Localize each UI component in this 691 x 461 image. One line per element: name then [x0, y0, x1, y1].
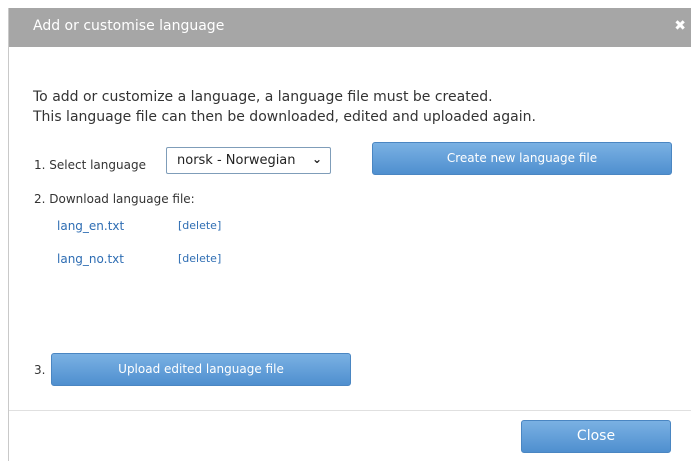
dialog-title: Add or customise language	[33, 18, 225, 34]
select-language-label: 1. Select language	[34, 158, 146, 172]
language-select[interactable]: norsk - Norwegian ⌄	[166, 147, 331, 174]
footer-divider	[9, 410, 691, 411]
file-link-lang-en[interactable]: lang_en.txt	[57, 219, 124, 233]
close-x-icon[interactable]: ✖	[674, 18, 686, 34]
language-select-value: norsk - Norwegian	[177, 153, 296, 168]
intro-line-1: To add or customize a language, a langua…	[33, 89, 493, 105]
create-language-file-button[interactable]: Create new language file	[372, 142, 672, 175]
upload-step-label: 3.	[34, 363, 46, 377]
delete-link-lang-en[interactable]: [delete]	[178, 219, 221, 232]
download-language-label: 2. Download language file:	[34, 192, 195, 206]
delete-link-lang-no[interactable]: [delete]	[178, 252, 221, 265]
language-dialog: Add or customise language ✖ To add or cu…	[8, 8, 691, 461]
intro-line-2: This language file can then be downloade…	[33, 109, 536, 125]
dialog-titlebar: Add or customise language ✖	[9, 8, 691, 47]
chevron-down-icon: ⌄	[311, 152, 322, 166]
file-link-lang-no[interactable]: lang_no.txt	[57, 252, 124, 266]
intro-text: To add or customize a language, a langua…	[33, 87, 536, 127]
upload-language-file-button[interactable]: Upload edited language file	[51, 353, 351, 386]
close-button[interactable]: Close	[521, 420, 671, 453]
